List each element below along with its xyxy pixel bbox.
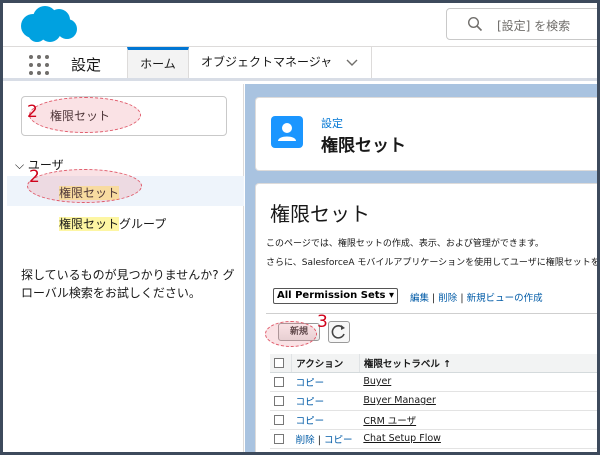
view-select[interactable]: All Permission Sets ▾: [273, 288, 399, 304]
view-links: 編集 | 削除 | 新規ビューの作成: [410, 290, 543, 304]
table-row: コピー Buyer: [270, 372, 597, 392]
tab-home[interactable]: ホーム: [127, 47, 189, 78]
annotation-highlight: [29, 97, 141, 133]
annotation-step-number: 3: [317, 312, 328, 332]
page-title: 権限セット: [321, 136, 406, 156]
select-all-header[interactable]: [270, 354, 293, 373]
delete-view-link[interactable]: 削除: [438, 293, 457, 304]
salesforce-logo[interactable]: [17, 5, 79, 43]
breadcrumb[interactable]: 設定: [321, 115, 343, 131]
permission-set-link[interactable]: Buyer: [363, 376, 391, 387]
main-content: 設定 権限セット 権限セット このページでは、権限セットの作成、表示、および管理…: [245, 84, 600, 452]
row-checkbox[interactable]: [274, 376, 284, 387]
copy-link[interactable]: コピー: [296, 416, 325, 427]
sidebar-item-permission-set-groups[interactable]: 権限セットグループ: [59, 215, 166, 232]
permission-set-link[interactable]: CRM ユーザ: [363, 416, 416, 427]
chevron-down-icon: ⌵: [15, 158, 28, 172]
select-all-checkbox[interactable]: [274, 357, 284, 368]
sort-asc-icon: ↑: [443, 358, 452, 370]
edit-view-link[interactable]: 編集: [410, 293, 429, 304]
tab-divider: [371, 47, 372, 78]
table-row: コピー Buyer Manager: [270, 391, 597, 411]
setup-sidebar: 権限セット ⌵ ユーザ 権限セット 権限セットグループ 探しているものが見つかり…: [3, 84, 244, 452]
chevron-down-icon: ▾: [388, 290, 395, 301]
description-line-2: さらに、SalesforceA モバイルアプリケーションを使用してユーザに権限セ…: [266, 258, 600, 268]
content-title: 権限セット: [270, 202, 370, 226]
global-header: [設定] を検索: [3, 3, 597, 47]
annotation-highlight: [265, 321, 317, 347]
copy-link[interactable]: コピー: [324, 435, 353, 446]
app-name: 設定: [71, 56, 102, 74]
user-icon: [271, 116, 303, 148]
chevron-down-icon[interactable]: [346, 58, 358, 68]
content-panel: 権限セット このページでは、権限セットの作成、表示、および管理ができます。 さら…: [255, 183, 600, 452]
annotation-step-number: 2: [27, 102, 38, 122]
setup-nav-bar: 設定 ホーム オブジェクトマネージャ: [3, 47, 597, 81]
tab-object-manager[interactable]: オブジェクトマネージャ: [201, 47, 332, 78]
table-header-row: アクション 権限セットラベル ↑: [270, 354, 597, 373]
permission-sets-table: アクション 権限セットラベル ↑ コピー Buyer コピー Buyer Man…: [270, 354, 597, 449]
search-icon: [467, 16, 483, 32]
row-checkbox[interactable]: [274, 433, 284, 444]
new-view-link[interactable]: 新規ビューの作成: [467, 293, 543, 304]
description-line-1: このページでは、権限セットの作成、表示、および管理ができます。: [266, 239, 544, 249]
refresh-button[interactable]: [328, 321, 350, 343]
search-placeholder: [設定] を検索: [497, 19, 571, 33]
action-header: アクション: [291, 354, 360, 373]
sidebar-item-label-rest: グループ: [119, 217, 167, 231]
link-separator: |: [317, 434, 321, 446]
copy-link[interactable]: コピー: [296, 397, 325, 408]
copy-link[interactable]: コピー: [296, 378, 325, 389]
annotation-highlight: [27, 169, 142, 203]
delete-link[interactable]: 削除: [296, 435, 315, 446]
link-separator: |: [432, 293, 436, 304]
label-header-text: 権限セットラベル: [363, 358, 440, 370]
row-checkbox[interactable]: [274, 414, 284, 425]
permission-set-link[interactable]: Chat Setup Flow: [363, 433, 441, 444]
sidebar-item-label-highlight: 権限セット: [59, 217, 120, 231]
table-row: コピー CRM ユーザ: [270, 410, 597, 430]
row-checkbox[interactable]: [274, 395, 284, 406]
view-select-value: All Permission Sets: [277, 290, 386, 301]
permission-set-link[interactable]: Buyer Manager: [363, 395, 436, 406]
annotation-step-number: 2: [29, 167, 40, 187]
screenshot-frame: [設定] を検索 設定 ホーム オブジェクトマネージャ 権限セット ⌵ ユーザ …: [0, 0, 600, 455]
page-header: 設定 権限セット: [255, 97, 597, 171]
refresh-icon: [331, 325, 345, 339]
table-row: 削除 | コピー Chat Setup Flow: [270, 429, 597, 449]
help-text: 探しているものが見つかりませんか? グローバル検索をお試しください。: [21, 268, 235, 300]
link-separator: |: [460, 293, 464, 304]
label-header[interactable]: 権限セットラベル ↑: [359, 354, 597, 373]
global-search-box[interactable]: [設定] を検索: [446, 8, 597, 40]
app-launcher-icon[interactable]: [29, 55, 49, 75]
